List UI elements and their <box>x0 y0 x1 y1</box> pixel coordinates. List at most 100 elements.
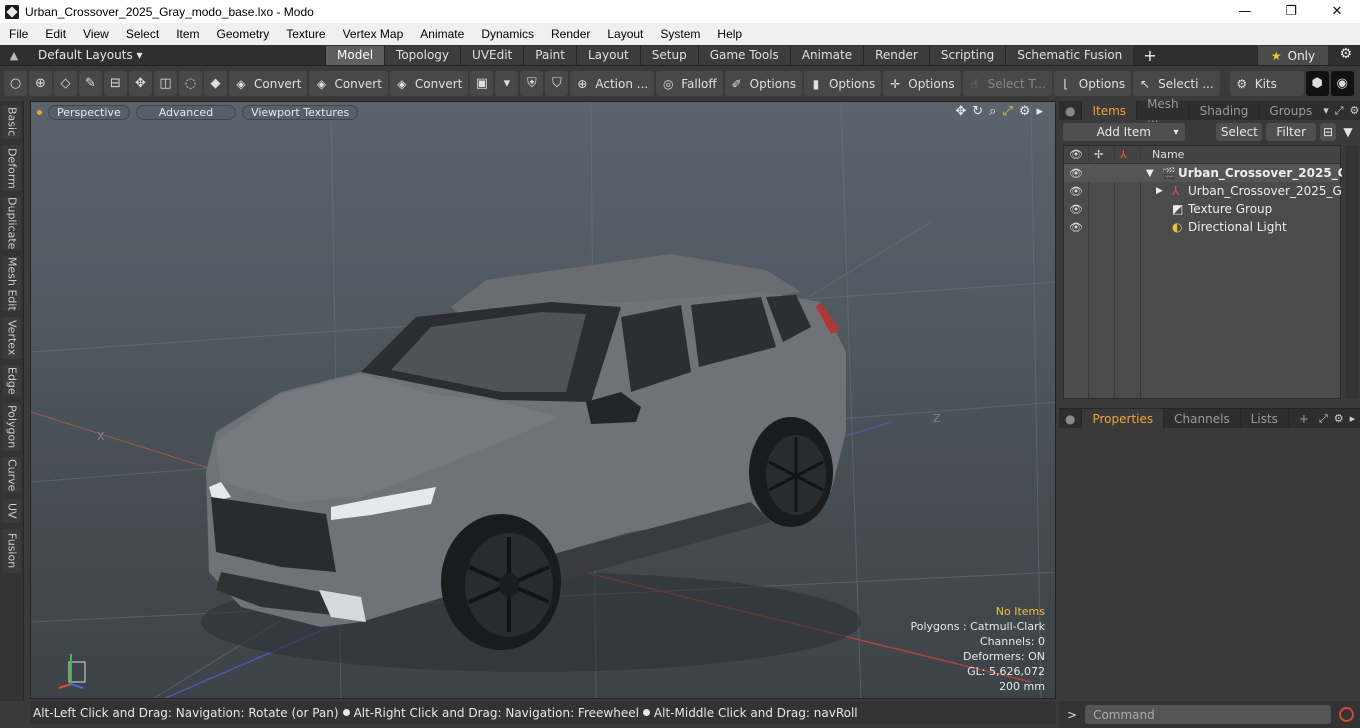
item-select-icon[interactable]: ⊟ <box>104 71 127 96</box>
unreal-icon[interactable]: ◉ <box>1330 71 1354 96</box>
expand-icon[interactable]: ▶ <box>1156 186 1163 196</box>
tab-mesh[interactable]: Mesh ... <box>1137 97 1190 125</box>
pin-icon[interactable]: ▲ <box>0 49 28 62</box>
menu-select[interactable]: Select <box>117 27 167 41</box>
menu-item[interactable]: Item <box>167 27 207 41</box>
tab-properties[interactable]: Properties <box>1082 409 1165 428</box>
tab-uv[interactable]: UV <box>3 499 21 523</box>
type-column-icon[interactable]: ⅄ <box>1120 148 1127 161</box>
tab-edge[interactable]: Edge <box>3 365 21 397</box>
options-button-2[interactable]: ▮ Options <box>803 71 882 96</box>
menu-help[interactable]: Help <box>708 27 750 41</box>
cube-icon[interactable]: ◆ <box>204 71 227 96</box>
tab-fusion[interactable]: Fusion <box>3 529 21 573</box>
tab-setup[interactable]: Setup <box>639 45 698 65</box>
viewport-textures-dropdown[interactable]: Viewport Textures <box>242 104 359 120</box>
pivot-select-icon[interactable]: ✥ <box>129 71 152 96</box>
zoom-icon[interactable]: ⌕ <box>989 104 996 119</box>
tab-shading[interactable]: Shading <box>1190 101 1260 120</box>
minimize-button[interactable]: — <box>1222 0 1268 23</box>
tab-vertex[interactable]: Vertex <box>3 317 21 359</box>
tab-lists[interactable]: Lists <box>1241 409 1289 428</box>
menu-vertex-map[interactable]: Vertex Map <box>334 27 412 41</box>
convert-button-1[interactable]: ◈ Convert <box>229 71 308 96</box>
expand-arrow-icon[interactable]: ▸ <box>1036 104 1043 119</box>
sphere-select-icon[interactable]: ⊕ <box>29 71 52 96</box>
menu-geometry[interactable]: Geometry <box>208 27 278 41</box>
visibility-eye-icon[interactable]: 👁 <box>1069 221 1083 234</box>
items-scrollbar[interactable] <box>1346 145 1358 399</box>
edge-select-icon[interactable]: ◇ <box>54 71 77 96</box>
tab-groups[interactable]: Groups <box>1259 101 1324 120</box>
panel-arrow-icon[interactable]: ▸ <box>1350 412 1356 426</box>
tree-row-mesh[interactable]: 👁 ▶ ⅄ Urban_Crossover_2025_Gra... <box>1064 182 1342 200</box>
add-tab-button[interactable]: + <box>1133 46 1166 65</box>
chevron-down-icon[interactable]: ▾ <box>495 71 519 96</box>
tab-duplicate[interactable]: Duplicate <box>3 197 21 249</box>
menu-view[interactable]: View <box>74 27 117 41</box>
visibility-eye-icon[interactable]: 👁 <box>1069 203 1083 216</box>
pan-icon[interactable]: ✥ <box>955 104 966 119</box>
record-macro-icon[interactable] <box>1339 707 1355 722</box>
options-button-3[interactable]: ✛ Options <box>883 71 961 96</box>
unity-icon[interactable]: ⬢ <box>1305 71 1329 96</box>
panel-settings-icon[interactable]: ⚙ <box>1350 104 1360 118</box>
name-column-header[interactable]: Name <box>1152 148 1184 161</box>
add-item-button[interactable]: Add Item ▾ <box>1063 123 1185 141</box>
tab-items[interactable]: Items <box>1082 101 1138 120</box>
tab-curve[interactable]: Curve <box>3 457 21 493</box>
3d-viewport[interactable]: X Z Perspective Advanced Viewport Textur… <box>30 101 1056 699</box>
menu-texture[interactable]: Texture <box>277 27 333 41</box>
mesh-icon[interactable]: ▣ <box>470 71 494 96</box>
panel-expand-icon[interactable]: ⤢ <box>1319 412 1328 426</box>
polygon-select-icon[interactable]: ✎ <box>79 71 102 96</box>
options-button-4[interactable]: ⌊ Options <box>1053 71 1132 96</box>
tree-row-texture-group[interactable]: 👁 ◩ Texture Group <box>1064 200 1340 218</box>
visibility-eye-icon[interactable]: 👁 <box>1069 167 1083 180</box>
view-type-dropdown[interactable]: Perspective <box>48 104 130 120</box>
funnel-icon[interactable]: ▼ <box>1340 123 1356 141</box>
menu-animate[interactable]: Animate <box>411 27 472 41</box>
select-through-button[interactable]: ☝ Select T... <box>962 71 1052 96</box>
rotate-icon[interactable]: ↻ <box>972 104 983 119</box>
tree-row-directional-light[interactable]: 👁 ◐ Directional Light <box>1064 218 1340 236</box>
fit-icon[interactable]: ⤢ <box>1002 104 1012 119</box>
menu-system[interactable]: System <box>651 27 708 41</box>
shield-icon[interactable]: ⛨ <box>520 71 544 96</box>
menu-layout[interactable]: Layout <box>598 27 651 41</box>
filter-button[interactable]: Filter <box>1266 123 1317 141</box>
gear-icon[interactable]: ⚙ <box>1339 46 1352 62</box>
visibility-column-icon[interactable]: 👁 <box>1069 148 1083 161</box>
falloff-button[interactable]: ◎ Falloff <box>656 71 723 96</box>
tab-layout[interactable]: Layout <box>575 45 640 65</box>
panel-expand-icon[interactable]: ⤢ <box>1335 104 1344 118</box>
tab-uvedit[interactable]: UVEdit <box>460 45 524 65</box>
command-input[interactable]: Command <box>1085 705 1332 724</box>
tree-row-scene[interactable]: 👁 ▼ 🎬 Urban_Crossover_2025_G... <box>1064 164 1342 182</box>
tab-game-tools[interactable]: Game Tools <box>697 45 790 65</box>
shield-plus-icon[interactable]: ⛉ <box>545 71 569 96</box>
tab-polygon[interactable]: Polygon <box>3 403 21 451</box>
material-select-icon[interactable]: ◫ <box>154 71 177 96</box>
tab-schematic-fusion[interactable]: Schematic Fusion <box>1005 45 1134 65</box>
add-tab-button[interactable]: + <box>1289 409 1319 428</box>
visibility-eye-icon[interactable]: 👁 <box>1069 185 1083 198</box>
panel-menu-icon[interactable]: ▾ <box>1323 104 1329 118</box>
collapse-icon[interactable]: ⊟ <box>1320 123 1337 141</box>
menu-edit[interactable]: Edit <box>36 27 74 41</box>
tab-paint[interactable]: Paint <box>523 45 576 65</box>
panel-settings-icon[interactable]: ⚙ <box>1334 412 1344 426</box>
lock-column-icon[interactable]: ✢ <box>1094 148 1103 161</box>
action-center-button[interactable]: ⊕ Action ... <box>570 71 655 96</box>
tab-scripting[interactable]: Scripting <box>928 45 1006 65</box>
convert-button-2[interactable]: ◈ Convert <box>309 71 388 96</box>
kits-button[interactable]: ⚙ Kits <box>1229 71 1304 96</box>
selection-button[interactable]: ↖ Selecti ... <box>1133 71 1220 96</box>
tab-deform[interactable]: Deform <box>3 145 21 191</box>
expand-icon[interactable]: ▼ <box>1146 168 1154 179</box>
select-button[interactable]: Select <box>1216 123 1263 141</box>
convert-button-3[interactable]: ◈ Convert <box>389 71 469 96</box>
maximize-button[interactable]: ❐ <box>1268 0 1314 23</box>
tab-basic[interactable]: Basic <box>3 105 21 139</box>
vertex-select-icon[interactable]: ○ <box>4 71 27 96</box>
